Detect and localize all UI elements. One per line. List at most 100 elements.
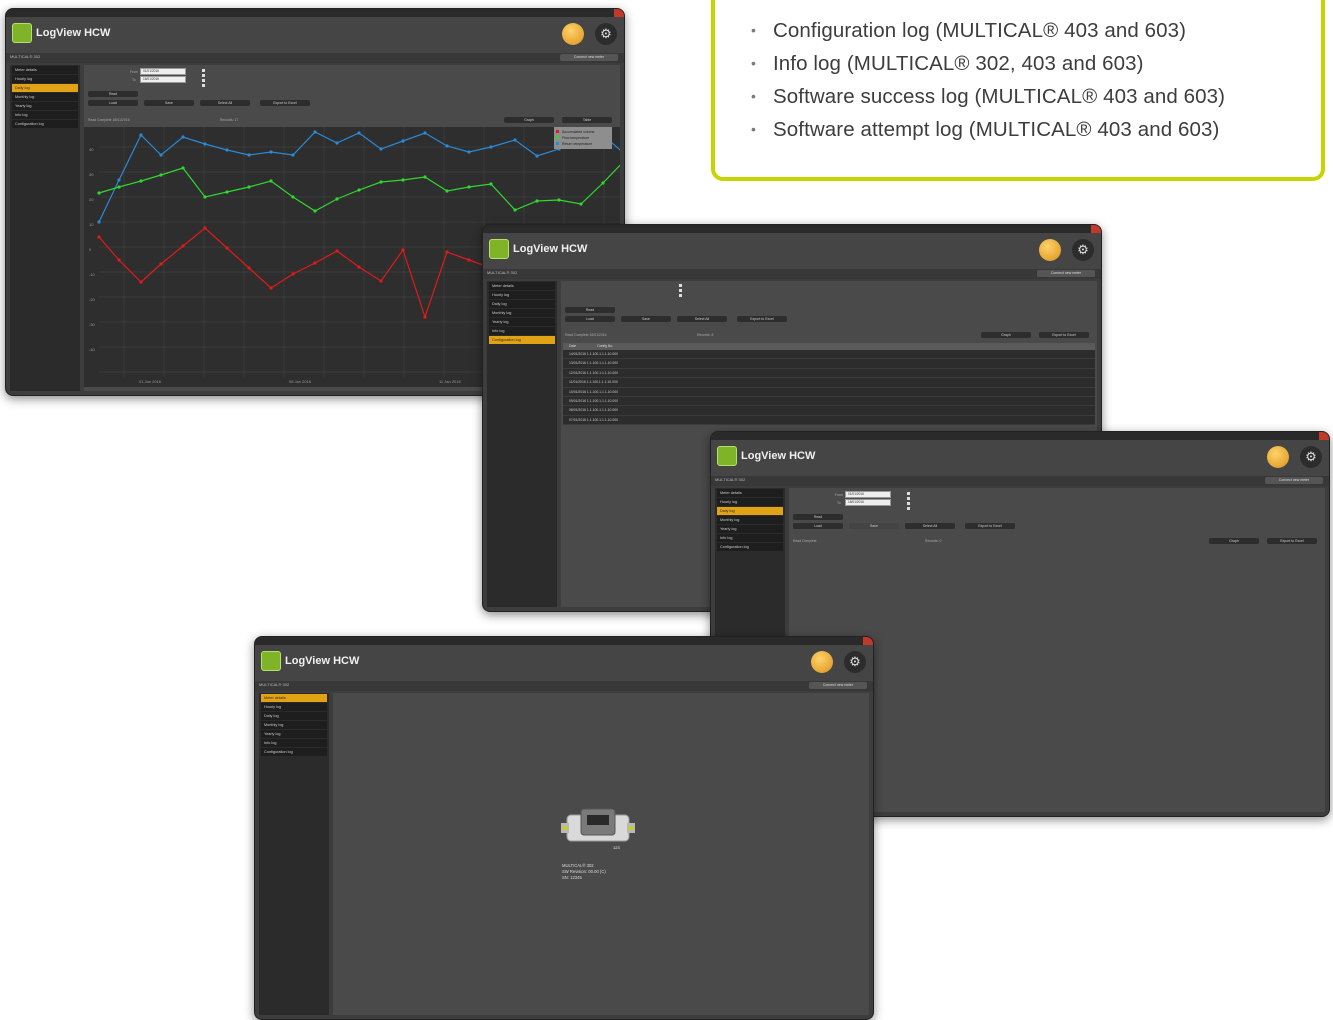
load-button[interactable]: Load [88, 100, 138, 106]
load-button[interactable]: Load [565, 316, 615, 322]
checkbox-hourly[interactable] [679, 284, 682, 287]
table-header: Date Config No. [563, 343, 1095, 350]
table-row[interactable]: 08/01/2016 1.1.100.1.1.1.10.000 [563, 406, 1095, 416]
title-bar[interactable] [483, 225, 1101, 233]
save-button[interactable]: Save [621, 316, 671, 322]
sidebar-item-hourly-log[interactable]: Hourly log [261, 703, 327, 711]
read-button[interactable]: Read [88, 91, 138, 97]
save-button[interactable]: Save [849, 523, 899, 529]
read-button[interactable]: Read [793, 514, 843, 520]
table-row[interactable]: 10/01/2016 1.1.100.1.1.1.10.000 [563, 387, 1095, 397]
meter-button[interactable] [1267, 446, 1289, 468]
gear-icon[interactable]: ⚙ [595, 23, 617, 45]
table-row[interactable]: 14/01/2016 1.1.100.1.1.1.10.000 [563, 350, 1095, 360]
table-row[interactable]: 09/01/2016 1.1.100.1.1.1.10.000 [563, 396, 1095, 407]
app-logo-icon [717, 446, 737, 466]
title-bar[interactable] [6, 9, 624, 17]
select-all-button[interactable]: Select All [200, 100, 250, 106]
column-header[interactable]: Date [569, 344, 576, 348]
connect-meter-button[interactable]: Connect new meter [809, 682, 867, 689]
legend-item: Return temperature [562, 142, 592, 146]
from-date-input[interactable]: 01/01/2016 [140, 68, 186, 75]
close-button[interactable] [1319, 432, 1329, 440]
table-row[interactable]: 13/01/2016 1.1.100.1.1.1.10.000 [563, 359, 1095, 369]
sidebar-item-configuration-log[interactable]: Configuration log [12, 120, 78, 128]
close-button[interactable] [1091, 225, 1101, 233]
checkbox-monthly[interactable] [679, 289, 682, 292]
sidebar-item-configuration-log[interactable]: Configuration log [489, 336, 555, 344]
gear-icon[interactable]: ⚙ [1072, 239, 1094, 261]
sidebar-item-monthly-log[interactable]: Monthly log [12, 93, 78, 101]
from-date-input[interactable]: 01/01/2016 [845, 491, 891, 498]
close-button[interactable] [614, 9, 624, 17]
sidebar-item-hourly-log[interactable]: Hourly log [489, 291, 555, 299]
sidebar-item-yearly-log[interactable]: Yearly log [12, 102, 78, 110]
to-date-input[interactable]: 16/01/2016 [845, 499, 891, 506]
export-button[interactable]: Export to Excel [965, 523, 1015, 529]
sidebar-item-monthly-log[interactable]: Monthly log [261, 721, 327, 729]
meter-button[interactable] [811, 651, 833, 673]
checkbox-info[interactable] [202, 79, 205, 82]
checkbox-monthly[interactable] [907, 497, 910, 500]
meter-button[interactable] [1039, 239, 1061, 261]
select-all-button[interactable]: Select All [677, 316, 727, 322]
close-button[interactable] [863, 637, 873, 645]
table-button[interactable]: Table [562, 117, 612, 123]
sidebar-item-meter-details[interactable]: Meter details [717, 489, 783, 497]
sidebar-item-configuration-log[interactable]: Configuration log [717, 543, 783, 551]
sidebar-item-info-log[interactable]: Info log [12, 111, 78, 119]
sidebar-item-yearly-log[interactable]: Yearly log [717, 525, 783, 533]
sidebar-item-info-log[interactable]: Info log [717, 534, 783, 542]
export-excel-button[interactable]: Export to Excel [1267, 538, 1317, 544]
graph-button[interactable]: Graph [504, 117, 554, 123]
sidebar-item-daily-log[interactable]: Daily log [261, 712, 327, 720]
connect-meter-button[interactable]: Connect new meter [1265, 477, 1323, 484]
gear-icon[interactable]: ⚙ [1300, 446, 1322, 468]
load-button[interactable]: Load [793, 523, 843, 529]
sidebar-item-daily-log[interactable]: Daily log [12, 84, 78, 92]
read-status: Read Complete 16/01/2016 [88, 118, 130, 122]
sidebar-item-configuration-log[interactable]: Configuration log [261, 748, 327, 756]
export-excel-button[interactable]: Export to Excel [1039, 332, 1089, 338]
sidebar-item-monthly-log[interactable]: Monthly log [489, 309, 555, 317]
sidebar-item-info-log[interactable]: Info log [261, 739, 327, 747]
checkbox-info[interactable] [907, 502, 910, 505]
title-bar[interactable] [255, 637, 873, 645]
checkbox-monthly[interactable] [202, 74, 205, 77]
table-row[interactable]: 12/01/2016 1.1.100.1.1.1.10.000 [563, 368, 1095, 379]
checkbox-config[interactable] [202, 84, 205, 87]
export-button[interactable]: Export to Excel [260, 100, 310, 106]
table-row[interactable]: 11/01/2016 1.1.100.1.1.1.10.000 [563, 378, 1095, 388]
read-button[interactable]: Read [565, 307, 615, 313]
sidebar-item-hourly-log[interactable]: Hourly log [12, 75, 78, 83]
sidebar-item-hourly-log[interactable]: Hourly log [717, 498, 783, 506]
checkbox-hourly[interactable] [907, 492, 910, 495]
connect-meter-button[interactable]: Connect new meter [560, 54, 618, 61]
sidebar-item-yearly-log[interactable]: Yearly log [489, 318, 555, 326]
sidebar-item-monthly-log[interactable]: Monthly log [717, 516, 783, 524]
chart-legend: Accumulated volume Flow temperature Retu… [554, 127, 612, 149]
sidebar-item-daily-log[interactable]: Daily log [489, 300, 555, 308]
meter-id: MULTICAL® 302 [487, 270, 518, 275]
column-header[interactable]: Config No. [597, 344, 613, 348]
checkbox-config[interactable] [907, 507, 910, 510]
checkbox-hourly[interactable] [202, 69, 205, 72]
meter-button[interactable] [562, 23, 584, 45]
to-date-input[interactable]: 16/01/2016 [140, 76, 186, 83]
sidebar-item-meter-details[interactable]: Meter details [261, 694, 327, 702]
sidebar-item-info-log[interactable]: Info log [489, 327, 555, 335]
connect-meter-button[interactable]: Connect new meter [1037, 270, 1095, 277]
graph-button[interactable]: Graph [981, 332, 1031, 338]
sidebar-item-meter-details[interactable]: Meter details [489, 282, 555, 290]
graph-button[interactable]: Graph [1209, 538, 1259, 544]
export-button[interactable]: Export to Excel [737, 316, 787, 322]
sidebar-item-meter-details[interactable]: Meter details [12, 66, 78, 74]
sidebar-item-daily-log[interactable]: Daily log [717, 507, 783, 515]
save-button[interactable]: Save [144, 100, 194, 106]
select-all-button[interactable]: Select All [905, 523, 955, 529]
sidebar-item-yearly-log[interactable]: Yearly log [261, 730, 327, 738]
gear-icon[interactable]: ⚙ [844, 651, 866, 673]
table-row[interactable]: 07/01/2016 1.1.100.1.1.1.10.000 [563, 415, 1095, 426]
title-bar[interactable] [711, 432, 1329, 440]
checkbox-info[interactable] [679, 294, 682, 297]
